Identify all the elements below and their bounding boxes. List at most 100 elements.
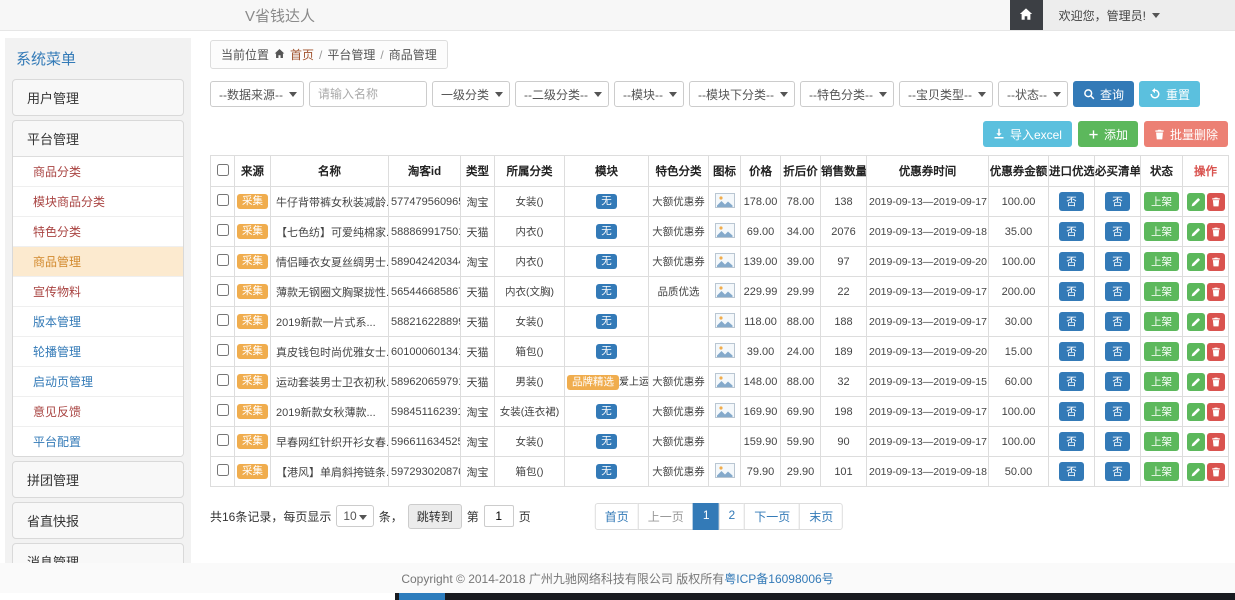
must-buy-toggle[interactable]: 否: [1105, 342, 1130, 361]
imported-toggle[interactable]: 否: [1059, 462, 1084, 481]
add-button[interactable]: 添加: [1078, 121, 1138, 147]
imported-toggle[interactable]: 否: [1059, 402, 1084, 421]
edit-button[interactable]: [1187, 403, 1205, 421]
sidebar-subitem[interactable]: 意见反馈: [13, 397, 183, 427]
select-all-checkbox[interactable]: [217, 164, 229, 176]
row-checkbox[interactable]: [217, 404, 229, 416]
pagination-button[interactable]: 首页: [595, 503, 639, 530]
pagination-button[interactable]: 2: [719, 503, 746, 530]
row-checkbox[interactable]: [217, 464, 229, 476]
page-number-input[interactable]: [484, 505, 514, 527]
filter-feature-select[interactable]: --特色分类--: [800, 81, 894, 107]
row-checkbox[interactable]: [217, 344, 229, 356]
row-checkbox[interactable]: [217, 314, 229, 326]
per-page-select[interactable]: 10: [336, 505, 373, 527]
filter-category1-select[interactable]: 一级分类: [432, 81, 510, 107]
must-buy-toggle[interactable]: 否: [1105, 252, 1130, 271]
jump-button[interactable]: 跳转到: [408, 504, 462, 529]
status-toggle[interactable]: 上架: [1144, 402, 1179, 421]
delete-button[interactable]: [1207, 343, 1225, 361]
filter-module-sub-select[interactable]: --模块下分类--: [689, 81, 795, 107]
reset-button[interactable]: 重置: [1139, 81, 1200, 107]
imported-toggle[interactable]: 否: [1059, 222, 1084, 241]
sidebar-subitem[interactable]: 启动页管理: [13, 367, 183, 397]
edit-button[interactable]: [1187, 193, 1205, 211]
filter-module-select[interactable]: --模块--: [614, 81, 684, 107]
must-buy-toggle[interactable]: 否: [1105, 192, 1130, 211]
sidebar-item[interactable]: 用户管理: [13, 80, 183, 115]
sidebar-item[interactable]: 拼团管理: [13, 462, 183, 497]
status-toggle[interactable]: 上架: [1144, 312, 1179, 331]
sidebar-subitem[interactable]: 商品管理: [13, 247, 183, 277]
must-buy-toggle[interactable]: 否: [1105, 462, 1130, 481]
delete-button[interactable]: [1207, 373, 1225, 391]
filter-source-select[interactable]: --数据来源--: [210, 81, 304, 107]
batch-delete-button[interactable]: 批量删除: [1144, 121, 1228, 147]
must-buy-toggle[interactable]: 否: [1105, 222, 1130, 241]
sidebar-subitem[interactable]: 商品分类: [13, 157, 183, 187]
delete-button[interactable]: [1207, 193, 1225, 211]
delete-button[interactable]: [1207, 253, 1225, 271]
sidebar-subitem[interactable]: 轮播管理: [13, 337, 183, 367]
delete-button[interactable]: [1207, 433, 1225, 451]
row-checkbox[interactable]: [217, 254, 229, 266]
row-checkbox[interactable]: [217, 374, 229, 386]
imported-toggle[interactable]: 否: [1059, 312, 1084, 331]
edit-button[interactable]: [1187, 223, 1205, 241]
imported-toggle[interactable]: 否: [1059, 372, 1084, 391]
sidebar-subitem[interactable]: 版本管理: [13, 307, 183, 337]
row-checkbox[interactable]: [217, 284, 229, 296]
must-buy-toggle[interactable]: 否: [1105, 312, 1130, 331]
filter-status-select[interactable]: --状态--: [998, 81, 1068, 107]
imported-toggle[interactable]: 否: [1059, 282, 1084, 301]
status-toggle[interactable]: 上架: [1144, 282, 1179, 301]
status-toggle[interactable]: 上架: [1144, 432, 1179, 451]
edit-button[interactable]: [1187, 373, 1205, 391]
sidebar-subitem[interactable]: 宣传物料: [13, 277, 183, 307]
import-excel-button[interactable]: 导入excel: [983, 121, 1072, 147]
row-checkbox[interactable]: [217, 434, 229, 446]
edit-button[interactable]: [1187, 343, 1205, 361]
pagination-button[interactable]: 末页: [799, 503, 843, 530]
imported-toggle[interactable]: 否: [1059, 432, 1084, 451]
must-buy-toggle[interactable]: 否: [1105, 432, 1130, 451]
search-name-input[interactable]: [309, 81, 427, 107]
edit-button[interactable]: [1187, 433, 1205, 451]
must-buy-toggle[interactable]: 否: [1105, 402, 1130, 421]
imported-toggle[interactable]: 否: [1059, 192, 1084, 211]
home-button[interactable]: [1010, 0, 1043, 30]
must-buy-toggle[interactable]: 否: [1105, 372, 1130, 391]
delete-button[interactable]: [1207, 403, 1225, 421]
row-checkbox[interactable]: [217, 224, 229, 236]
status-toggle[interactable]: 上架: [1144, 462, 1179, 481]
status-toggle[interactable]: 上架: [1144, 222, 1179, 241]
status-toggle[interactable]: 上架: [1144, 252, 1179, 271]
pagination-button[interactable]: 1: [693, 503, 720, 530]
breadcrumb-home-link[interactable]: 首页: [290, 46, 314, 63]
status-toggle[interactable]: 上架: [1144, 192, 1179, 211]
sidebar-item[interactable]: 省直快报: [13, 503, 183, 538]
pagination-button[interactable]: 下一页: [744, 503, 800, 530]
sidebar-subitem[interactable]: 模块商品分类: [13, 187, 183, 217]
sidebar-item[interactable]: 平台管理: [13, 121, 183, 156]
filter-category2-select[interactable]: --二级分类--: [515, 81, 609, 107]
filter-item-type-select[interactable]: --宝贝类型--: [899, 81, 993, 107]
delete-button[interactable]: [1207, 313, 1225, 331]
user-menu[interactable]: 欢迎您，管理员!: [1043, 0, 1235, 30]
edit-button[interactable]: [1187, 283, 1205, 301]
imported-toggle[interactable]: 否: [1059, 252, 1084, 271]
search-button[interactable]: 查询: [1073, 81, 1134, 107]
edit-button[interactable]: [1187, 313, 1205, 331]
status-toggle[interactable]: 上架: [1144, 372, 1179, 391]
status-toggle[interactable]: 上架: [1144, 342, 1179, 361]
icp-link[interactable]: 粤ICP备16098006号: [724, 570, 833, 587]
edit-button[interactable]: [1187, 253, 1205, 271]
delete-button[interactable]: [1207, 283, 1225, 301]
must-buy-toggle[interactable]: 否: [1105, 282, 1130, 301]
sidebar-subitem[interactable]: 特色分类: [13, 217, 183, 247]
delete-button[interactable]: [1207, 223, 1225, 241]
sidebar-subitem[interactable]: 平台配置: [13, 427, 183, 456]
imported-toggle[interactable]: 否: [1059, 342, 1084, 361]
edit-button[interactable]: [1187, 463, 1205, 481]
delete-button[interactable]: [1207, 463, 1225, 481]
